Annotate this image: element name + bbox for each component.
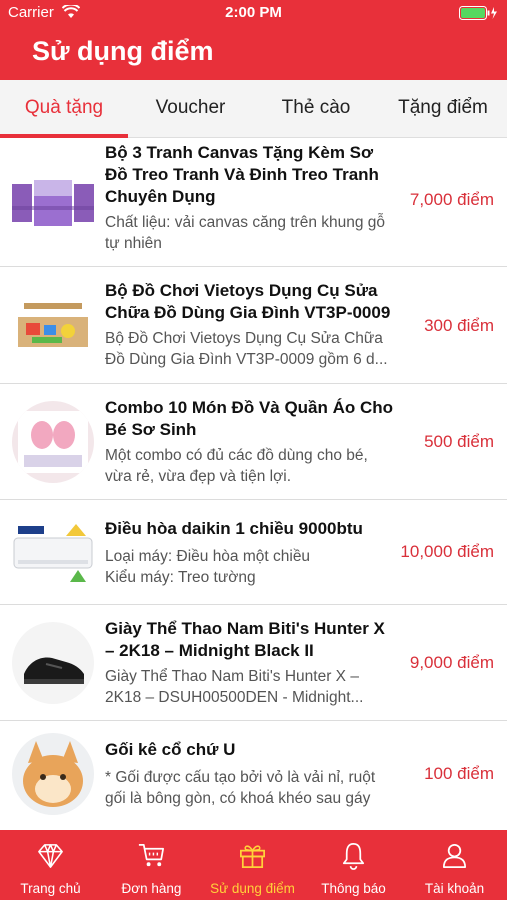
item-name: Bộ 3 Tranh Canvas Tặng Kèm Sơ Đồ Treo Tr… <box>105 143 379 206</box>
tab-bar-label: Thông báo <box>321 881 386 896</box>
cart-icon <box>138 843 164 867</box>
item-points: 100 điểm <box>424 764 494 783</box>
tab-bar-account[interactable]: Tài khoản <box>404 830 507 900</box>
gift-list[interactable]: Bộ 3 Tranh Canvas Tặng Kèm Sơ Đồ Treo Tr… <box>0 138 507 830</box>
item-name: Combo 10 Món Đồ Và Quần Áo Cho Bé Sơ Sin… <box>105 398 394 439</box>
tab-voucher[interactable]: Voucher <box>128 80 253 138</box>
item-thumbnail <box>12 401 94 483</box>
list-item[interactable]: Combo 10 Món Đồ Và Quần Áo Cho Bé Sơ Sin… <box>0 384 507 500</box>
tab-bar-use-points[interactable]: Sử dụng điểm <box>202 830 303 900</box>
item-description: Giày Thể Thao Nam Biti's Hunter X – 2K18… <box>105 668 364 706</box>
nav-bar: Sử dụng điểm <box>0 26 507 80</box>
item-name: Giày Thể Thao Nam Biti's Hunter X – 2K18… <box>105 619 385 660</box>
tab-qua-tang[interactable]: Quà tặng <box>0 80 128 138</box>
item-name: Điều hòa daikin 1 chiều 9000btu <box>105 519 363 538</box>
item-description: * Gối được cấu tạo bởi vỏ là vải nỉ, ruộ… <box>105 769 376 807</box>
item-name: Gối kê cổ chứ U <box>105 740 236 759</box>
item-thumbnail <box>12 283 94 365</box>
item-points: 9,000 điểm <box>409 653 494 672</box>
tab-bar-label: Tài khoản <box>424 881 485 896</box>
item-description: Bộ Đồ Chơi Vietoys Dụng Cụ Sửa Chữa Đồ D… <box>105 330 388 368</box>
category-tabs: Quà tặng Voucher Thẻ cào Tặng điểm <box>0 80 507 138</box>
bell-icon <box>342 843 365 870</box>
item-points: 7,000 điểm <box>409 190 494 209</box>
item-points: 500 điểm <box>424 432 494 451</box>
item-description: Một combo có đủ các đồ dùng cho bé, vừa … <box>105 447 368 485</box>
item-name: Bộ Đồ Chơi Vietoys Dụng Cụ Sửa Chữa Đồ D… <box>105 281 391 322</box>
user-icon <box>442 843 467 868</box>
item-points: 300 điểm <box>424 316 494 335</box>
item-description: Chất liệu: vải canvas căng trên khung gỗ… <box>105 214 386 252</box>
page-title: Sử dụng điểm <box>32 36 214 66</box>
tab-the-cao[interactable]: Thẻ cào <box>253 80 379 138</box>
item-thumbnail <box>12 733 94 815</box>
status-bar: Carrier 2:00 PM <box>0 0 507 26</box>
tab-bar-label: Trang chủ <box>20 881 81 896</box>
list-item[interactable]: Bộ 3 Tranh Canvas Tặng Kèm Sơ Đồ Treo Tr… <box>0 138 507 267</box>
list-item[interactable]: Bộ Đồ Chơi Vietoys Dụng Cụ Sửa Chữa Đồ D… <box>0 267 507 384</box>
battery-icon <box>459 6 497 20</box>
tab-bar-label: Sử dụng điểm <box>210 881 295 896</box>
item-description: Loại máy: Điều hòa một chiều Kiểu máy: T… <box>105 548 311 586</box>
list-item[interactable]: Điều hòa daikin 1 chiều 9000btu Loại máy… <box>0 500 507 605</box>
diamond-icon <box>38 844 63 868</box>
list-item[interactable]: Gối kê cổ chứ U * Gối được cấu tạo bởi v… <box>0 721 507 830</box>
clock: 2:00 PM <box>225 4 282 21</box>
item-points: 10,000 điểm <box>400 542 494 561</box>
tab-bar-notifications[interactable]: Thông báo <box>303 830 404 900</box>
list-item[interactable]: Giày Thể Thao Nam Biti's Hunter X – 2K18… <box>0 605 507 721</box>
item-thumbnail <box>12 622 94 704</box>
tab-tang-diem[interactable]: Tặng điểm <box>379 80 507 138</box>
item-thumbnail <box>12 512 94 594</box>
tab-bar-home[interactable]: Trang chủ <box>0 830 101 900</box>
tab-bar-label: Đơn hàng <box>121 881 182 896</box>
item-thumbnail <box>12 162 94 244</box>
tab-bar-orders[interactable]: Đơn hàng <box>101 830 202 900</box>
gift-icon <box>240 845 265 868</box>
bottom-tab-bar: Trang chủ Đơn hàng Sử dụng điểm Thông bá… <box>0 830 507 900</box>
